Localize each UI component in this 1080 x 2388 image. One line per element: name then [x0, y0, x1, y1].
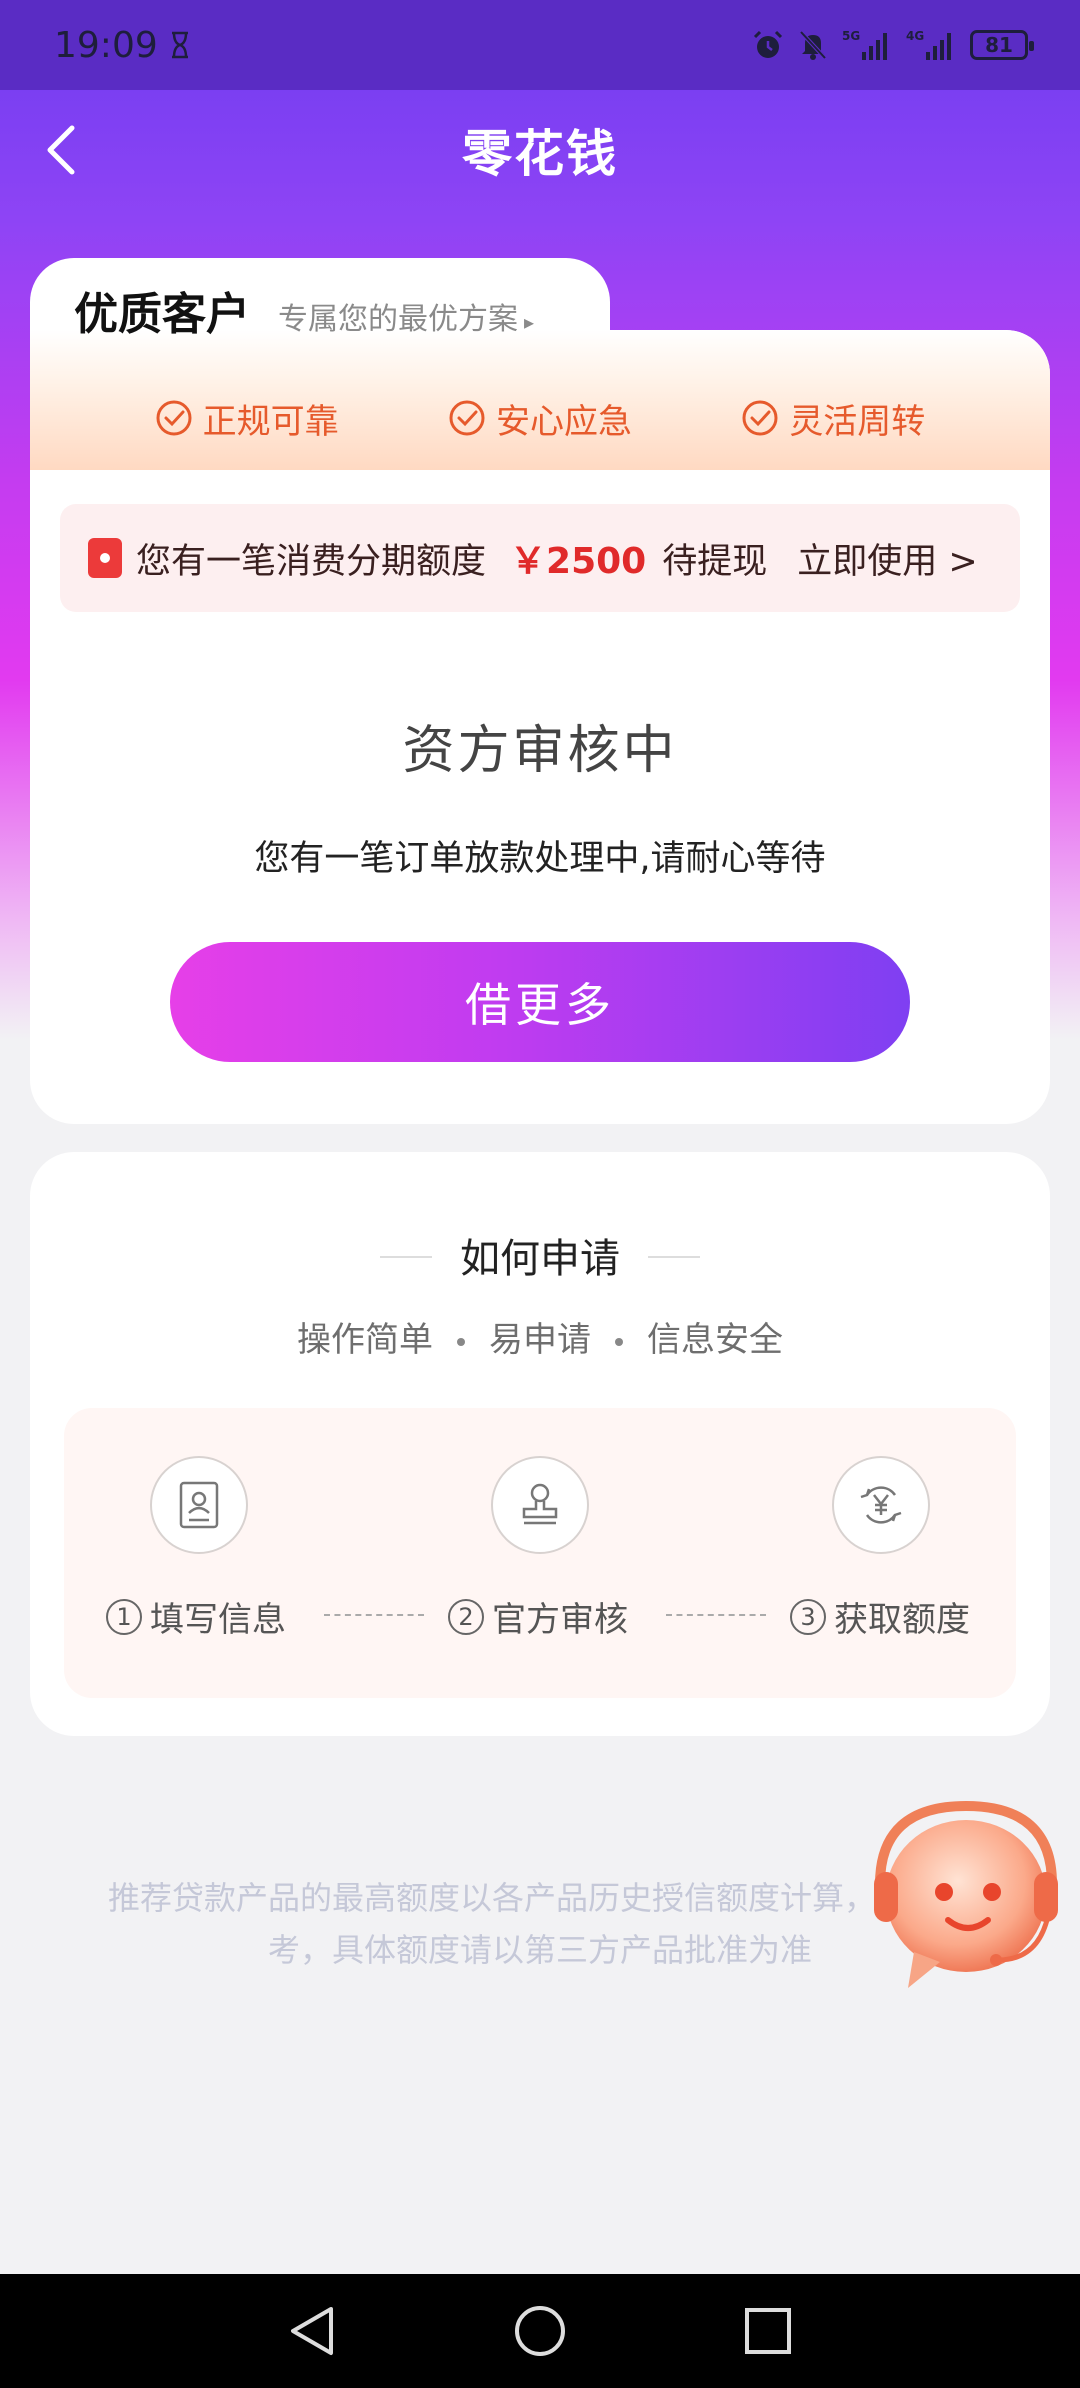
feature-label: 安心应急 — [495, 401, 632, 442]
svg-text:4G: 4G — [906, 29, 924, 43]
how-to-apply-subtitle: 操作简单 易申请 信息安全 — [30, 1312, 1050, 1361]
dot-separator — [615, 1337, 623, 1346]
mute-icon — [799, 30, 827, 60]
signal-4g-icon: 4G — [906, 29, 951, 60]
step-connector — [324, 1614, 424, 1616]
step-number: 1 — [106, 1598, 142, 1635]
how-to-apply-title: 如何申请 — [460, 1236, 620, 1282]
promo-use-now-link[interactable]: 立即使用 > — [797, 533, 977, 584]
battery-level: 81 — [985, 33, 1013, 57]
step-text: 填写信息 — [150, 1600, 286, 1640]
review-status-desc: 您有一笔订单放款处理中,请耐心等待 — [254, 839, 826, 879]
stamp-icon — [491, 1456, 589, 1554]
step-text: 官方审核 — [492, 1600, 628, 1640]
feature-item: 正规可靠 — [155, 388, 339, 448]
check-circle-icon — [449, 400, 485, 436]
hourglass-icon — [171, 31, 188, 59]
borrow-more-button[interactable]: 借更多 — [170, 942, 910, 1062]
signal-5g-icon: 5G — [842, 29, 887, 60]
step-label: 1 填写信息 — [106, 1592, 286, 1641]
nav-recents-icon[interactable] — [743, 2306, 793, 2356]
tab-title: 优质客户 — [74, 289, 250, 340]
subtitle-item: 操作简单 — [297, 1320, 433, 1360]
tab-subtitle-link[interactable]: 专属您的最优方案 ▸ — [278, 294, 534, 338]
steps-panel: 1 填写信息 2 官方审核 3 获取额度 — [64, 1408, 1016, 1698]
status-bar: 19:09 5G 4G 81 — [0, 0, 1080, 90]
nav-bar: 零花钱 — [0, 90, 1080, 210]
svg-text:5G: 5G — [842, 29, 860, 43]
feature-label: 正规可靠 — [202, 401, 339, 442]
nav-back-icon[interactable] — [287, 2303, 337, 2359]
subtitle-item: 易申请 — [489, 1320, 591, 1360]
form-icon — [150, 1456, 248, 1554]
step-connector — [666, 1614, 766, 1616]
features-row: 正规可靠 安心应急 灵活周转 — [30, 388, 1050, 448]
nav-home-icon[interactable] — [512, 2303, 568, 2359]
red-packet-icon — [88, 538, 122, 578]
check-circle-icon — [742, 400, 778, 436]
how-to-apply-card: 如何申请 操作简单 易申请 信息安全 1 填写信息 2 官方审核 3 获取额度 — [30, 1152, 1050, 1736]
status-right: 5G 4G 81 — [752, 28, 1034, 62]
status-card: 优质客户 专属您的最优方案 ▸ 正规可靠 安心应急 灵活周转 您有一笔消费分期额度… — [30, 258, 1050, 1124]
step-label: 2 官方审核 — [448, 1592, 628, 1641]
battery-icon: 81 — [970, 30, 1034, 60]
tab-subtitle: 专属您的最优方案 — [278, 302, 518, 337]
feature-item: 灵活周转 — [741, 388, 925, 448]
status-left: 19:09 — [54, 25, 190, 66]
customer-service-icon[interactable] — [848, 1792, 1068, 1992]
feature-label: 灵活周转 — [789, 401, 926, 442]
play-arrow-icon: ▸ — [524, 310, 535, 334]
dot-separator — [457, 1337, 465, 1346]
promo-text: 您有一笔消费分期额度 — [136, 541, 487, 582]
promo-amount: ￥2500 — [510, 541, 647, 582]
promo-tail: 待提现 — [662, 541, 768, 582]
promo-banner[interactable]: 您有一笔消费分期额度 ￥2500 待提现 立即使用 > — [60, 504, 1020, 612]
system-nav-bar — [0, 2274, 1080, 2388]
step-number: 2 — [448, 1598, 484, 1635]
subtitle-item: 信息安全 — [647, 1320, 783, 1360]
feature-item: 安心应急 — [448, 388, 632, 448]
status-time: 19:09 — [54, 24, 158, 66]
review-status-title: 资方审核中 — [402, 721, 678, 781]
page-title: 零花钱 — [462, 125, 618, 183]
yuan-icon — [832, 1456, 930, 1554]
title-divider-right — [648, 1256, 700, 1258]
step-text: 获取额度 — [834, 1600, 970, 1640]
check-circle-icon — [156, 400, 192, 436]
alarm-icon — [753, 30, 783, 58]
step-number: 3 — [790, 1598, 826, 1635]
step-label: 3 获取额度 — [790, 1592, 970, 1641]
